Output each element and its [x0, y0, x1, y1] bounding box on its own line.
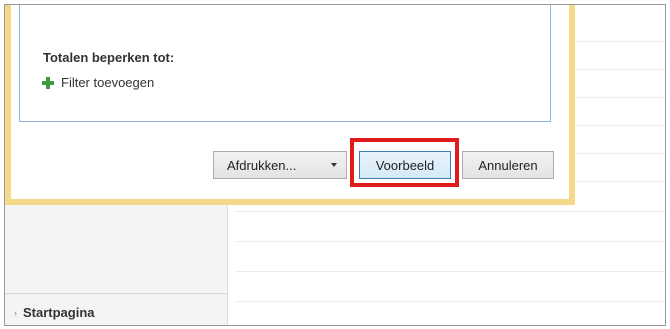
chevron-down-icon[interactable] — [331, 163, 337, 167]
dialog-body: ~ ~~~~~~~~~ ~ Totalen beperken tot: Filt… — [11, 5, 569, 199]
add-filter-label: Filter toevoegen — [61, 75, 155, 90]
list-divider — [235, 301, 665, 302]
cancel-button[interactable]: Annuleren — [462, 151, 554, 179]
sidebar-divider — [5, 293, 227, 294]
limit-totals-heading: Totalen beperken tot: — [43, 50, 175, 65]
list-divider — [235, 271, 665, 272]
preview-button-label: Voorbeeld — [375, 157, 435, 173]
add-filter-link[interactable]: Filter toevoegen — [41, 75, 154, 90]
list-divider — [235, 211, 665, 212]
print-button[interactable]: Afdrukken... — [213, 151, 347, 179]
cancel-button-label: Annuleren — [478, 157, 538, 173]
chevron-right-icon: › — [14, 308, 17, 318]
filter-panel: ~ ~~~~~~~~~ ~ Totalen beperken tot: Filt… — [19, 5, 551, 122]
print-button-label: Afdrukken... — [227, 157, 297, 173]
preview-button[interactable]: Voorbeeld — [359, 151, 451, 179]
sidebar-item-startpagina[interactable]: Startpagina — [23, 305, 95, 320]
plus-icon — [41, 76, 55, 90]
app-window: › Startpagina ~ ~~~~~~~~~ ~ Totalen bepe… — [4, 4, 666, 326]
print-dialog: ~ ~~~~~~~~~ ~ Totalen beperken tot: Filt… — [5, 5, 575, 205]
list-divider — [235, 241, 665, 242]
clipped-option: ~ ~~~~~~~~~ ~ — [42, 5, 126, 7]
